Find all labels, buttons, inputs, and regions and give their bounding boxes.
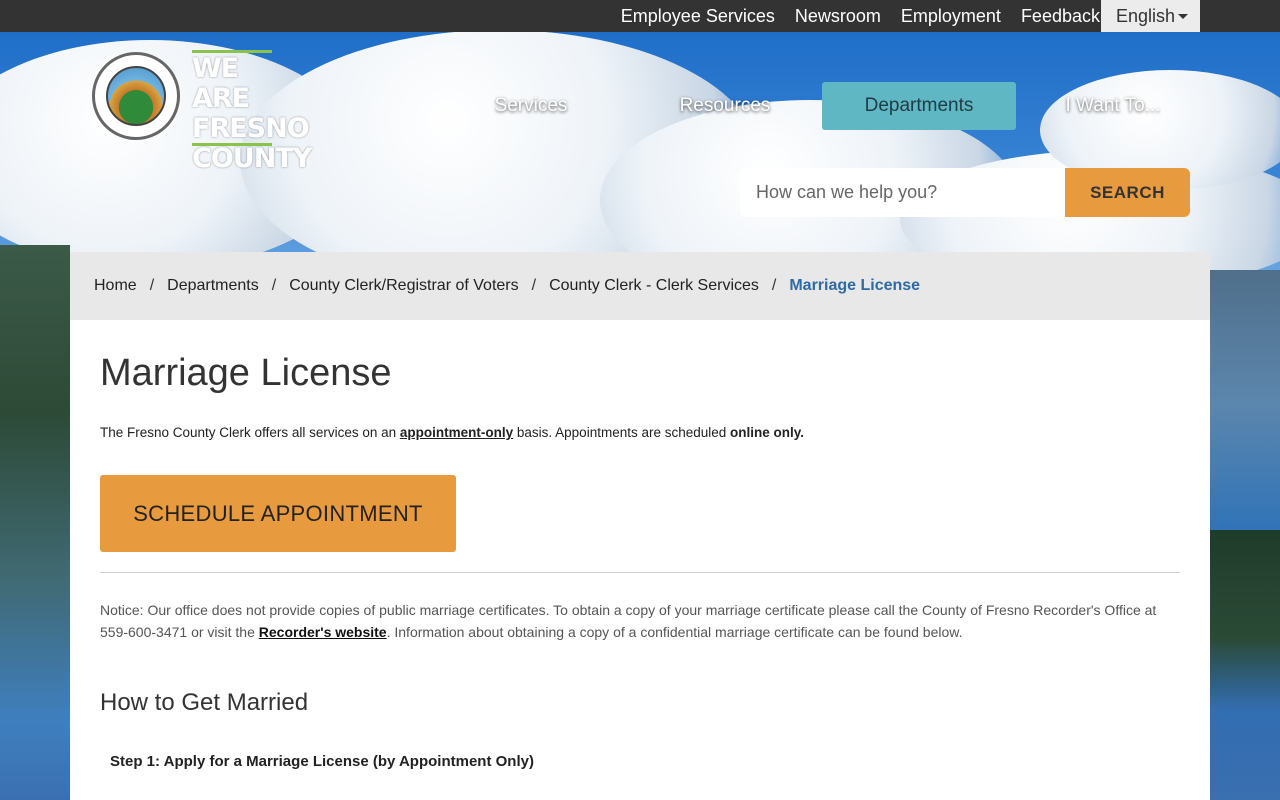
intro-text: The Fresno County Clerk offers all servi… [100, 425, 1180, 440]
breadcrumb-current: Marriage License [789, 277, 921, 294]
search-button[interactable]: SEARCH [1065, 168, 1190, 217]
seal-emblem-icon [106, 66, 166, 126]
language-select[interactable]: English [1101, 0, 1200, 32]
caret-down-icon [1178, 14, 1188, 19]
intro-emphasis: online only. [730, 425, 805, 440]
trees-right [1210, 530, 1280, 710]
divider [100, 572, 1180, 573]
breadcrumb-separator: / [149, 277, 155, 294]
wordmark-line: WE ARE [192, 53, 250, 114]
nav-i-want-to[interactable]: I Want To... [1016, 82, 1210, 130]
notice-text-part: . Information about obtaining a copy of … [386, 624, 963, 640]
main-nav: Services Resources Departments I Want To… [434, 82, 1210, 130]
employee-services-link[interactable]: Employee Services [621, 6, 775, 27]
nav-departments[interactable]: Departments [822, 82, 1016, 130]
breadcrumb-separator: / [531, 277, 537, 294]
recorders-website-link[interactable]: Recorder's website [259, 624, 387, 640]
county-seal-logo[interactable] [92, 52, 180, 140]
appointment-only-link[interactable]: appointment-only [400, 425, 513, 440]
forest-left [0, 245, 70, 800]
step-1-heading[interactable]: Step 1: Apply for a Marriage License (by… [110, 753, 1180, 770]
breadcrumb-county-clerk[interactable]: County Clerk/Registrar of Voters [289, 277, 518, 295]
search-input[interactable] [740, 168, 1065, 217]
breadcrumb-separator: / [271, 277, 277, 294]
breadcrumb-separator: / [771, 277, 777, 294]
breadcrumb-clerk-services[interactable]: County Clerk - Clerk Services [549, 277, 759, 295]
breadcrumb-home[interactable]: Home [94, 277, 137, 295]
wordmark-line: COUNTY [192, 143, 312, 174]
utility-bar: Employee Services Newsroom Employment Fe… [0, 0, 1280, 32]
main-content-panel: Home / Departments / County Clerk/Regist… [70, 252, 1210, 800]
site-search: SEARCH [740, 168, 1190, 217]
nav-services[interactable]: Services [434, 82, 628, 130]
intro-text-part: The Fresno County Clerk offers all servi… [100, 425, 400, 440]
utility-links: Employee Services Newsroom Employment Fe… [621, 0, 1100, 32]
wordmark-line: FRESNO [192, 113, 310, 144]
site-header: WE ARE FRESNO COUNTY Services Resources … [0, 32, 1280, 252]
schedule-appointment-button[interactable]: SCHEDULE APPOINTMENT [100, 475, 456, 552]
intro-text-part: basis. Appointments are scheduled [513, 425, 731, 440]
breadcrumb: Home / Departments / County Clerk/Regist… [70, 252, 1210, 320]
page-content: Marriage License The Fresno County Clerk… [70, 352, 1210, 770]
employment-link[interactable]: Employment [901, 6, 1001, 27]
feedback-link[interactable]: Feedback [1021, 6, 1100, 27]
section-heading: How to Get Married [100, 689, 309, 716]
language-label: English [1116, 5, 1176, 26]
page-title: Marriage License [100, 352, 392, 394]
newsroom-link[interactable]: Newsroom [795, 6, 881, 27]
notice-text: Notice: Our office does not provide copi… [100, 599, 1160, 643]
we-are-fresno-county-logo[interactable]: WE ARE FRESNO COUNTY [192, 50, 312, 174]
nav-resources[interactable]: Resources [628, 82, 822, 130]
breadcrumb-departments[interactable]: Departments [167, 277, 259, 295]
